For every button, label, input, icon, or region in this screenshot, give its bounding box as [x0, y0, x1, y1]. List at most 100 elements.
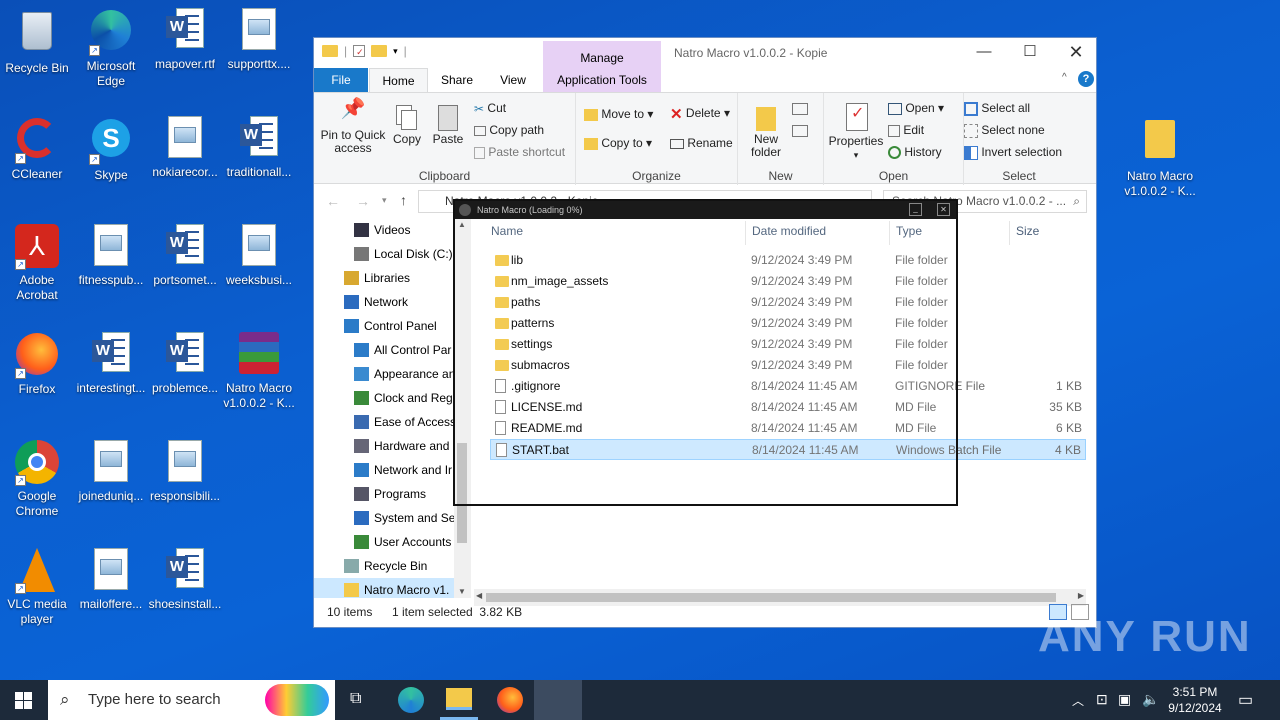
desktop-icon[interactable]: Wmapover.rtf	[148, 8, 222, 72]
recent-dropdown-icon[interactable]: ▾	[382, 195, 387, 206]
collapse-ribbon-icon[interactable]: ^	[1062, 72, 1067, 83]
desktop-icon[interactable]: responsibili...	[148, 440, 222, 504]
notifications-icon[interactable]: ▭	[1238, 690, 1253, 710]
copy-path-button[interactable]: Copy path	[474, 123, 544, 137]
tree-item[interactable]: Hardware and	[314, 434, 464, 458]
tab-home[interactable]: Home	[369, 68, 428, 93]
desktop-icon[interactable]: Recycle Bin	[0, 8, 74, 76]
volume-icon[interactable]: 🔈	[1142, 691, 1159, 708]
edit-button[interactable]: Edit	[888, 123, 924, 137]
desktop-icon[interactable]: Natro Macro v1.0.0.2 - K...	[222, 332, 296, 411]
chrome-icon: ↗	[15, 440, 59, 486]
desktop-icon[interactable]: Natro Macro v1.0.0.2 - K...	[1123, 116, 1197, 199]
properties-button[interactable]: ✓ Properties ▾	[828, 103, 884, 162]
new-item-icon[interactable]	[792, 103, 808, 115]
open-button[interactable]: Open ▾	[888, 101, 944, 115]
windows-start-icon[interactable]	[15, 692, 32, 709]
device-icon[interactable]: ⊡	[1096, 691, 1108, 708]
properties-qat-icon[interactable]: ✓	[353, 45, 366, 57]
desktop-icon[interactable]: ⅄ ↗ Adobe Acrobat	[0, 224, 74, 303]
cut-button[interactable]: ✂ Cut	[474, 101, 506, 116]
tree-item[interactable]: Recycle Bin	[314, 554, 464, 578]
tree-item[interactable]: Network and Ir	[314, 458, 464, 482]
loading-close-button[interactable]: ✕	[937, 203, 950, 216]
loading-minimize-button[interactable]: _	[909, 203, 922, 216]
copy-icon	[390, 103, 424, 133]
network-icon[interactable]: ▣	[1118, 691, 1131, 708]
tree-item[interactable]: Ease of Access	[314, 410, 464, 434]
desktop-icon[interactable]: S ↗ Skype	[74, 116, 148, 183]
rename-button[interactable]: Rename	[670, 136, 733, 150]
tree-item[interactable]: Natro Macro v1.	[314, 578, 464, 598]
delete-button[interactable]: ✕ Delete ▾	[670, 105, 730, 123]
desktop-icon[interactable]: joineduniq...	[74, 440, 148, 504]
tree-item[interactable]: Local Disk (C:)	[314, 242, 464, 266]
tree-item[interactable]: Libraries	[314, 266, 464, 290]
tree-item[interactable]: Control Panel	[314, 314, 464, 338]
history-button[interactable]: History	[888, 145, 942, 160]
new-folder-qat-icon[interactable]	[371, 45, 388, 57]
tab-application-tools[interactable]: Application Tools	[543, 68, 661, 92]
desktop-icon[interactable]: supporttx....	[222, 8, 296, 72]
edge-taskbar-icon[interactable]	[398, 687, 424, 713]
task-view-icon[interactable]: ⧉	[350, 690, 361, 708]
firefox-taskbar-icon[interactable]	[497, 687, 523, 713]
file-explorer-taskbar-icon[interactable]	[446, 688, 472, 710]
paste-shortcut-button[interactable]: Paste shortcut	[474, 145, 565, 159]
easy-access-icon[interactable]	[792, 125, 808, 137]
up-arrow-icon[interactable]: ↑	[400, 192, 407, 208]
tray-overflow-icon[interactable]: ︿	[1072, 692, 1084, 709]
desktop-icon[interactable]: Wportsomet...	[148, 224, 222, 288]
desktop-icon[interactable]: fitnesspub...	[74, 224, 148, 288]
forward-arrow-icon[interactable]: →	[356, 193, 370, 209]
tree-item[interactable]: All Control Par	[314, 338, 464, 362]
move-to-button[interactable]: Move to ▾	[584, 107, 653, 121]
select-all-button[interactable]: Select all	[964, 101, 1030, 116]
help-icon[interactable]: ?	[1078, 71, 1094, 87]
desktop-icon-label: Microsoft Edge	[86, 59, 136, 88]
tree-item[interactable]: Network	[314, 290, 464, 314]
close-button[interactable]: ✕	[1053, 38, 1099, 66]
tree-item[interactable]: User Accounts	[314, 530, 464, 554]
pin-quick-access-button[interactable]: 📌 Pin to Quick access	[318, 99, 388, 155]
desktop-icon[interactable]: mailoffere...	[74, 548, 148, 612]
desktop-icon[interactable]: Wtraditionall...	[222, 116, 296, 180]
desktop-icon[interactable]: Wproblemce...	[148, 332, 222, 396]
desktop-icon[interactable]: ↗ Google Chrome	[0, 440, 74, 519]
scroll-left-icon[interactable]: ◀	[476, 591, 482, 600]
desktop-icon-label: traditionall...	[226, 165, 292, 179]
desktop-icon[interactable]: nokiarecor...	[148, 116, 222, 180]
natro-taskbar-button[interactable]	[534, 680, 582, 720]
column-size[interactable]: Size	[1009, 221, 1089, 245]
tree-item[interactable]: Clock and Regi	[314, 386, 464, 410]
select-none-button[interactable]: Select none	[964, 123, 1045, 138]
clock[interactable]: 3:51 PM 9/12/2024	[1162, 684, 1228, 716]
back-arrow-icon[interactable]: ←	[326, 193, 340, 209]
tab-file[interactable]: File	[314, 68, 368, 92]
desktop-icon[interactable]: Winterestingt...	[74, 332, 148, 396]
copy-to-button[interactable]: Copy to ▾	[584, 136, 652, 150]
tree-item[interactable]: System and Se	[314, 506, 464, 530]
tree-item[interactable]: Appearance an	[314, 362, 464, 386]
maximize-button[interactable]: ☐	[1007, 38, 1053, 66]
qat-dropdown-icon[interactable]: ▾	[393, 46, 398, 57]
invert-selection-button[interactable]: Invert selection	[964, 145, 1062, 160]
desktop-icon[interactable]: weeksbusi...	[222, 224, 296, 288]
scroll-right-icon[interactable]: ▶	[1078, 591, 1084, 600]
taskbar-search-input[interactable]: ⌕ Type here to search	[48, 680, 335, 720]
copy-button[interactable]: Copy	[390, 103, 424, 146]
new-folder-button[interactable]: New folder	[744, 103, 788, 159]
minimize-button[interactable]: —	[961, 38, 1007, 66]
file-size: 6 KB	[1055, 421, 1082, 435]
desktop-icon[interactable]: ↗ VLC media player	[0, 548, 74, 627]
desktop-icon[interactable]: ↗ Firefox	[0, 332, 74, 397]
tab-share[interactable]: Share	[430, 68, 484, 92]
desktop-icon[interactable]: Wshoesinstall...	[148, 548, 222, 612]
scroll-down-icon[interactable]: ▼	[458, 587, 466, 596]
tab-view[interactable]: View	[486, 68, 540, 92]
paste-button[interactable]: Paste	[430, 103, 466, 146]
tree-item[interactable]: Videos	[314, 218, 464, 242]
desktop-icon[interactable]: ↗ CCleaner	[0, 116, 74, 182]
desktop-icon[interactable]: ↗ Microsoft Edge	[74, 8, 148, 89]
tree-item[interactable]: Programs	[314, 482, 464, 506]
